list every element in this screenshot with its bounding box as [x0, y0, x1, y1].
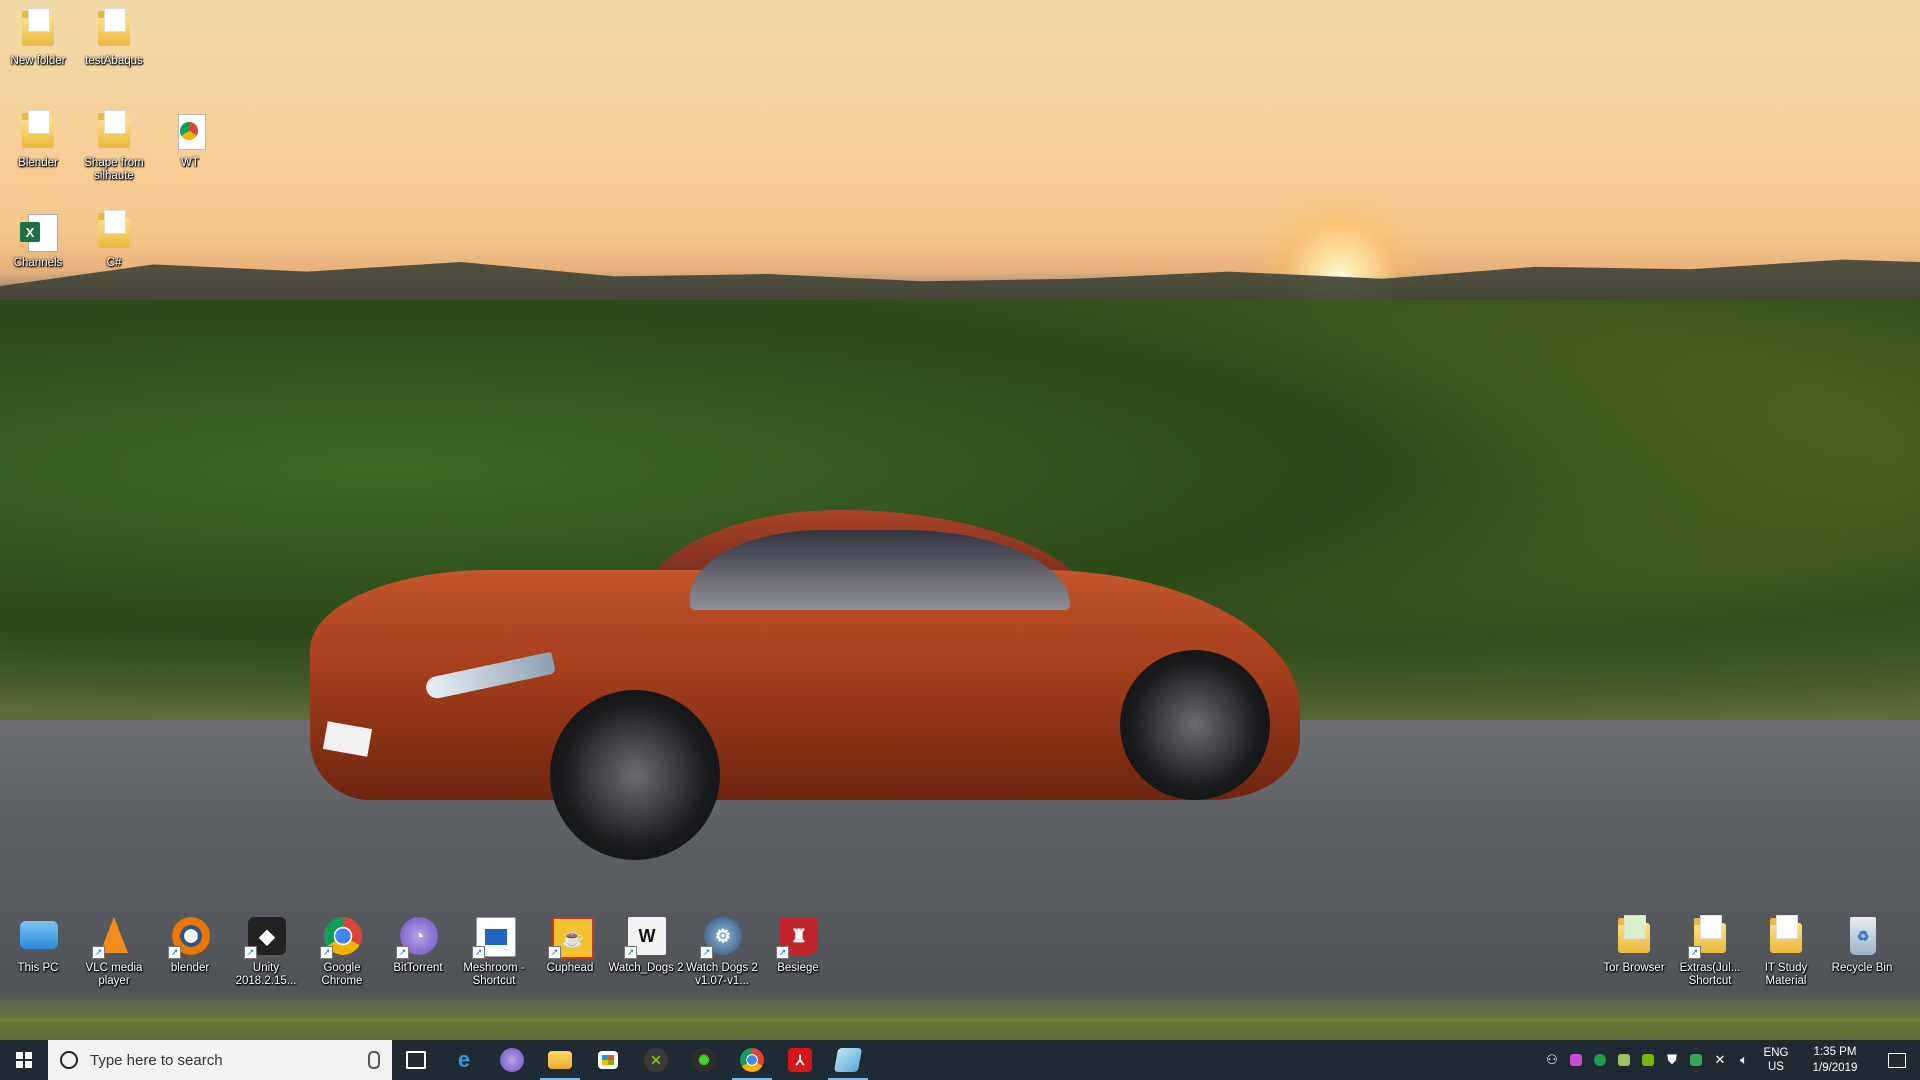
taskbar-file-explorer[interactable]	[536, 1040, 584, 1080]
taskbar-razer[interactable]: ✺	[680, 1040, 728, 1080]
desktop-icon-unity[interactable]: ◆ ↗ Unity 2018.2.15...	[228, 915, 304, 988]
desktop-icon-besiege[interactable]: ♜ ↗ Besiege	[760, 915, 836, 975]
search-box[interactable]: Type here to search	[48, 1040, 392, 1080]
microphone-icon[interactable]	[368, 1051, 380, 1069]
desktop-icon-testabaqus[interactable]: testAbaqus	[76, 8, 152, 68]
clock-date: 1/9/2019	[1812, 1062, 1858, 1074]
folder-icon	[98, 110, 130, 148]
file-explorer-icon	[548, 1051, 572, 1069]
chrome-icon	[740, 1048, 764, 1072]
taskbar-acrobat[interactable]: ⅄	[776, 1040, 824, 1080]
desktop-icon-wt[interactable]: WT	[152, 110, 228, 170]
people-icon[interactable]: ⚇	[1540, 1040, 1564, 1080]
desktop-icon-blender-folder[interactable]: Blender	[0, 110, 76, 170]
desktop-icon-watch-dogs-2[interactable]: W ↗ Watch_Dogs 2	[608, 915, 684, 975]
chrome-file-icon	[180, 122, 198, 140]
car-front-wheel	[550, 690, 720, 860]
desktop-icon-watch-dogs-2-update[interactable]: ⚙ ↗ Watch Dogs 2 v1.07-v1...	[684, 915, 760, 988]
taskbar-notepad[interactable]	[824, 1040, 872, 1080]
razer-icon: ✺	[692, 1048, 716, 1072]
recycle-bin-icon: ♻	[1850, 917, 1876, 955]
excel-icon: X	[20, 222, 40, 242]
desktop-icon-new-folder[interactable]: New folder	[0, 8, 76, 68]
clock-time: 1:35 PM	[1813, 1046, 1857, 1058]
desktop-icon-csharp[interactable]: C#	[76, 210, 152, 270]
taskbar-edge[interactable]: e	[440, 1040, 488, 1080]
language-region: US	[1768, 1061, 1784, 1073]
desktop-icon-vlc[interactable]: ↗ VLC media player	[76, 915, 152, 988]
taskbar-store[interactable]	[584, 1040, 632, 1080]
folder-icon	[98, 210, 130, 248]
tray-app-icon-4[interactable]	[1684, 1040, 1708, 1080]
language-code: ENG	[1763, 1047, 1789, 1059]
desktop-icon-recycle-bin[interactable]: ♻ Recycle Bin	[1824, 915, 1900, 975]
security-icon[interactable]: ⛊	[1660, 1040, 1684, 1080]
foreground-grass	[0, 990, 1920, 1040]
desktop-icon-google-chrome[interactable]: ↗ Google Chrome	[304, 915, 380, 988]
desktop-icon-tor-browser[interactable]: Tor Browser	[1596, 915, 1672, 975]
tray-app-icon-1[interactable]	[1564, 1040, 1588, 1080]
taskbar: Type here to search e ✕ ✺ ⅄ ⚇ ⛊ ✕ 🔈︎ ENG…	[0, 1040, 1920, 1080]
acrobat-icon: ⅄	[788, 1048, 812, 1072]
notepad-icon	[833, 1048, 863, 1072]
search-placeholder: Type here to search	[90, 1051, 223, 1069]
xbox-icon: ✕	[644, 1048, 668, 1072]
folder-icon	[22, 8, 54, 46]
clock[interactable]: 1:35 PM 1/9/2019	[1796, 1044, 1874, 1076]
task-view-button[interactable]	[392, 1040, 440, 1080]
volume-icon[interactable]: 🔈︎	[1732, 1040, 1756, 1080]
this-pc-icon	[20, 921, 58, 949]
tray-app-icon-2[interactable]	[1588, 1040, 1612, 1080]
folder-icon	[98, 8, 130, 46]
desktop-icon-meshroom[interactable]: ↗ Meshroom - Shortcut	[456, 915, 532, 988]
task-view-icon	[406, 1051, 426, 1069]
notification-icon	[1888, 1052, 1906, 1068]
tor-folder-icon	[1618, 915, 1650, 953]
taskbar-bittorrent[interactable]	[488, 1040, 536, 1080]
network-icon[interactable]: ✕	[1708, 1040, 1732, 1080]
bittorrent-icon	[500, 1048, 524, 1072]
folder-icon	[22, 110, 54, 148]
folder-icon	[1770, 915, 1802, 953]
nvidia-icon[interactable]	[1636, 1040, 1660, 1080]
desktop-icon-extras-shortcut[interactable]: ↗ Extras(Jul... Shortcut	[1672, 915, 1748, 988]
desktop-icon-bittorrent[interactable]: ◔ ↗ BitTorrent	[380, 915, 456, 975]
car-rear-wheel	[1120, 650, 1270, 800]
sports-car	[310, 500, 1300, 860]
desktop-wallpaper	[0, 0, 1920, 1040]
desktop-icon-blender[interactable]: ↗ blender	[152, 915, 228, 975]
action-center-button[interactable]	[1874, 1040, 1920, 1080]
edge-icon: e	[457, 1047, 471, 1072]
windows-logo-icon	[16, 1052, 32, 1068]
desktop-icon-it-study-material[interactable]: IT Study Material	[1748, 915, 1824, 988]
desktop-icon-this-pc[interactable]: This PC	[0, 915, 76, 975]
language-indicator[interactable]: ENG US	[1756, 1046, 1796, 1074]
desktop-icon-channels[interactable]: X Channels	[0, 210, 76, 270]
start-button[interactable]	[0, 1040, 48, 1080]
desktop-icon-shape-from-silhaute[interactable]: Shape from silhaute	[76, 110, 152, 183]
taskbar-chrome[interactable]	[728, 1040, 776, 1080]
desktop-icon-cuphead[interactable]: ☕ ↗ Cuphead	[532, 915, 608, 975]
store-icon	[598, 1051, 618, 1069]
tray-app-icon-3[interactable]	[1612, 1040, 1636, 1080]
system-tray: ⚇ ⛊ ✕ 🔈︎ ENG US 1:35 PM 1/9/2019	[1540, 1040, 1920, 1080]
cortana-icon	[60, 1051, 78, 1069]
taskbar-xbox[interactable]: ✕	[632, 1040, 680, 1080]
